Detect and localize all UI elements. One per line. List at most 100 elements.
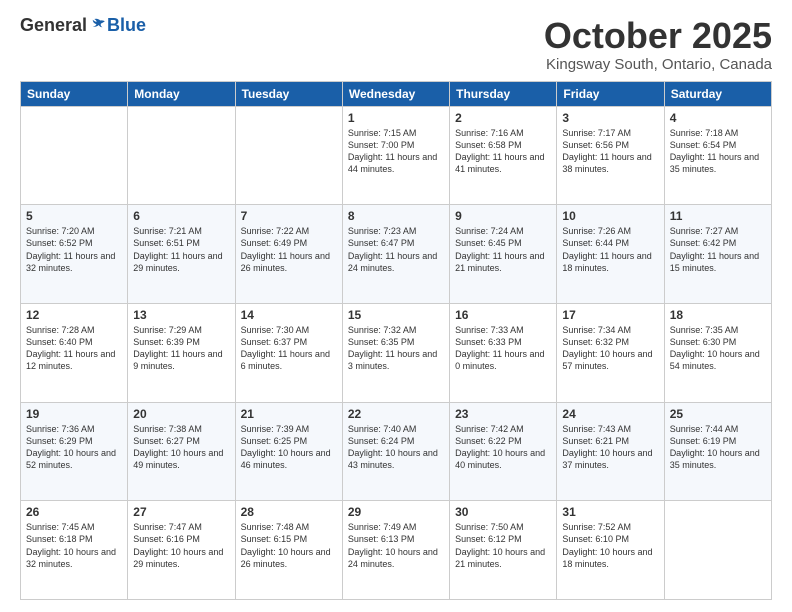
day-number: 27 xyxy=(133,505,229,519)
day-info: Sunrise: 7:39 AM Sunset: 6:25 PM Dayligh… xyxy=(241,423,337,472)
calendar-cell: 28 Sunrise: 7:48 AM Sunset: 6:15 PM Dayli… xyxy=(235,501,342,600)
calendar-cell: 23 Sunrise: 7:42 AM Sunset: 6:22 PM Dayli… xyxy=(450,402,557,501)
day-number: 31 xyxy=(562,505,658,519)
day-info: Sunrise: 7:20 AM Sunset: 6:52 PM Dayligh… xyxy=(26,225,122,274)
day-info: Sunrise: 7:28 AM Sunset: 6:40 PM Dayligh… xyxy=(26,324,122,373)
calendar-cell xyxy=(235,106,342,205)
day-info: Sunrise: 7:38 AM Sunset: 6:27 PM Dayligh… xyxy=(133,423,229,472)
page: General Blue October 2025 Kingsway South… xyxy=(0,0,792,612)
calendar-cell: 21 Sunrise: 7:39 AM Sunset: 6:25 PM Dayli… xyxy=(235,402,342,501)
day-number: 12 xyxy=(26,308,122,322)
day-info: Sunrise: 7:18 AM Sunset: 6:54 PM Dayligh… xyxy=(670,127,766,176)
day-number: 17 xyxy=(562,308,658,322)
day-number: 23 xyxy=(455,407,551,421)
calendar-week-4: 19 Sunrise: 7:36 AM Sunset: 6:29 PM Dayli… xyxy=(21,402,772,501)
day-number: 5 xyxy=(26,209,122,223)
day-number: 19 xyxy=(26,407,122,421)
month-title: October 2025 xyxy=(544,16,772,56)
day-info: Sunrise: 7:52 AM Sunset: 6:10 PM Dayligh… xyxy=(562,521,658,570)
calendar-cell: 18Sunrise: 7:35 AM Sunset: 6:30 PM Dayli… xyxy=(664,303,771,402)
day-number: 7 xyxy=(241,209,337,223)
calendar-cell: 16 Sunrise: 7:33 AM Sunset: 6:33 PM Dayli… xyxy=(450,303,557,402)
calendar-cell: 10Sunrise: 7:26 AM Sunset: 6:44 PM Dayli… xyxy=(557,205,664,304)
calendar-cell: 26Sunrise: 7:45 AM Sunset: 6:18 PM Dayli… xyxy=(21,501,128,600)
calendar-cell: 4 Sunrise: 7:18 AM Sunset: 6:54 PM Daylig… xyxy=(664,106,771,205)
day-info: Sunrise: 7:22 AM Sunset: 6:49 PM Dayligh… xyxy=(241,225,337,274)
day-number: 18 xyxy=(670,308,766,322)
title-section: October 2025 Kingsway South, Ontario, Ca… xyxy=(544,16,772,73)
calendar-cell: 7 Sunrise: 7:22 AM Sunset: 6:49 PM Daylig… xyxy=(235,205,342,304)
calendar-cell: 11 Sunrise: 7:27 AM Sunset: 6:42 PM Dayli… xyxy=(664,205,771,304)
logo-text: General Blue xyxy=(20,16,146,34)
day-info: Sunrise: 7:43 AM Sunset: 6:21 PM Dayligh… xyxy=(562,423,658,472)
col-wednesday: Wednesday xyxy=(342,81,449,106)
header: General Blue October 2025 Kingsway South… xyxy=(20,16,772,73)
day-number: 21 xyxy=(241,407,337,421)
calendar-cell: 8 Sunrise: 7:23 AM Sunset: 6:47 PM Daylig… xyxy=(342,205,449,304)
day-number: 15 xyxy=(348,308,444,322)
day-number: 8 xyxy=(348,209,444,223)
calendar-cell: 27 Sunrise: 7:47 AM Sunset: 6:16 PM Dayli… xyxy=(128,501,235,600)
day-number: 10 xyxy=(562,209,658,223)
day-number: 4 xyxy=(670,111,766,125)
day-info: Sunrise: 7:21 AM Sunset: 6:51 PM Dayligh… xyxy=(133,225,229,274)
calendar-cell xyxy=(21,106,128,205)
day-info: Sunrise: 7:17 AM Sunset: 6:56 PM Dayligh… xyxy=(562,127,658,176)
col-sunday: Sunday xyxy=(21,81,128,106)
day-number: 24 xyxy=(562,407,658,421)
day-info: Sunrise: 7:42 AM Sunset: 6:22 PM Dayligh… xyxy=(455,423,551,472)
logo: General Blue xyxy=(20,16,146,34)
col-tuesday: Tuesday xyxy=(235,81,342,106)
calendar-table: Sunday Monday Tuesday Wednesday Thursday… xyxy=(20,81,772,600)
day-number: 28 xyxy=(241,505,337,519)
day-number: 16 xyxy=(455,308,551,322)
calendar-cell: 5 Sunrise: 7:20 AM Sunset: 6:52 PM Daylig… xyxy=(21,205,128,304)
calendar-cell: 15 Sunrise: 7:32 AM Sunset: 6:35 PM Dayli… xyxy=(342,303,449,402)
calendar-cell: 2 Sunrise: 7:16 AM Sunset: 6:58 PM Daylig… xyxy=(450,106,557,205)
day-info: Sunrise: 7:36 AM Sunset: 6:29 PM Dayligh… xyxy=(26,423,122,472)
day-info: Sunrise: 7:23 AM Sunset: 6:47 PM Dayligh… xyxy=(348,225,444,274)
day-number: 29 xyxy=(348,505,444,519)
day-number: 26 xyxy=(26,505,122,519)
day-number: 2 xyxy=(455,111,551,125)
day-info: Sunrise: 7:32 AM Sunset: 6:35 PM Dayligh… xyxy=(348,324,444,373)
logo-blue-text: Blue xyxy=(107,16,146,34)
calendar-cell: 20 Sunrise: 7:38 AM Sunset: 6:27 PM Dayli… xyxy=(128,402,235,501)
day-number: 30 xyxy=(455,505,551,519)
day-number: 9 xyxy=(455,209,551,223)
location-subtitle: Kingsway South, Ontario, Canada xyxy=(544,56,772,73)
day-number: 14 xyxy=(241,308,337,322)
calendar-cell: 1Sunrise: 7:15 AM Sunset: 7:00 PM Daylig… xyxy=(342,106,449,205)
day-info: Sunrise: 7:40 AM Sunset: 6:24 PM Dayligh… xyxy=(348,423,444,472)
calendar-cell: 31 Sunrise: 7:52 AM Sunset: 6:10 PM Dayli… xyxy=(557,501,664,600)
day-info: Sunrise: 7:30 AM Sunset: 6:37 PM Dayligh… xyxy=(241,324,337,373)
col-friday: Friday xyxy=(557,81,664,106)
calendar-cell: 12 Sunrise: 7:28 AM Sunset: 6:40 PM Dayli… xyxy=(21,303,128,402)
day-info: Sunrise: 7:29 AM Sunset: 6:39 PM Dayligh… xyxy=(133,324,229,373)
calendar-week-2: 5 Sunrise: 7:20 AM Sunset: 6:52 PM Daylig… xyxy=(21,205,772,304)
day-number: 20 xyxy=(133,407,229,421)
calendar-week-5: 26Sunrise: 7:45 AM Sunset: 6:18 PM Dayli… xyxy=(21,501,772,600)
calendar-week-1: 1Sunrise: 7:15 AM Sunset: 7:00 PM Daylig… xyxy=(21,106,772,205)
calendar-cell: 29Sunrise: 7:49 AM Sunset: 6:13 PM Dayli… xyxy=(342,501,449,600)
col-thursday: Thursday xyxy=(450,81,557,106)
day-number: 25 xyxy=(670,407,766,421)
day-number: 11 xyxy=(670,209,766,223)
day-number: 22 xyxy=(348,407,444,421)
day-info: Sunrise: 7:16 AM Sunset: 6:58 PM Dayligh… xyxy=(455,127,551,176)
day-number: 13 xyxy=(133,308,229,322)
calendar-cell: 14 Sunrise: 7:30 AM Sunset: 6:37 PM Dayli… xyxy=(235,303,342,402)
day-number: 6 xyxy=(133,209,229,223)
day-info: Sunrise: 7:34 AM Sunset: 6:32 PM Dayligh… xyxy=(562,324,658,373)
calendar-cell: 30 Sunrise: 7:50 AM Sunset: 6:12 PM Dayli… xyxy=(450,501,557,600)
day-info: Sunrise: 7:44 AM Sunset: 6:19 PM Dayligh… xyxy=(670,423,766,472)
day-number: 3 xyxy=(562,111,658,125)
day-info: Sunrise: 7:47 AM Sunset: 6:16 PM Dayligh… xyxy=(133,521,229,570)
col-monday: Monday xyxy=(128,81,235,106)
day-info: Sunrise: 7:33 AM Sunset: 6:33 PM Dayligh… xyxy=(455,324,551,373)
col-saturday: Saturday xyxy=(664,81,771,106)
calendar-week-3: 12 Sunrise: 7:28 AM Sunset: 6:40 PM Dayli… xyxy=(21,303,772,402)
day-info: Sunrise: 7:48 AM Sunset: 6:15 PM Dayligh… xyxy=(241,521,337,570)
day-info: Sunrise: 7:27 AM Sunset: 6:42 PM Dayligh… xyxy=(670,225,766,274)
day-info: Sunrise: 7:50 AM Sunset: 6:12 PM Dayligh… xyxy=(455,521,551,570)
